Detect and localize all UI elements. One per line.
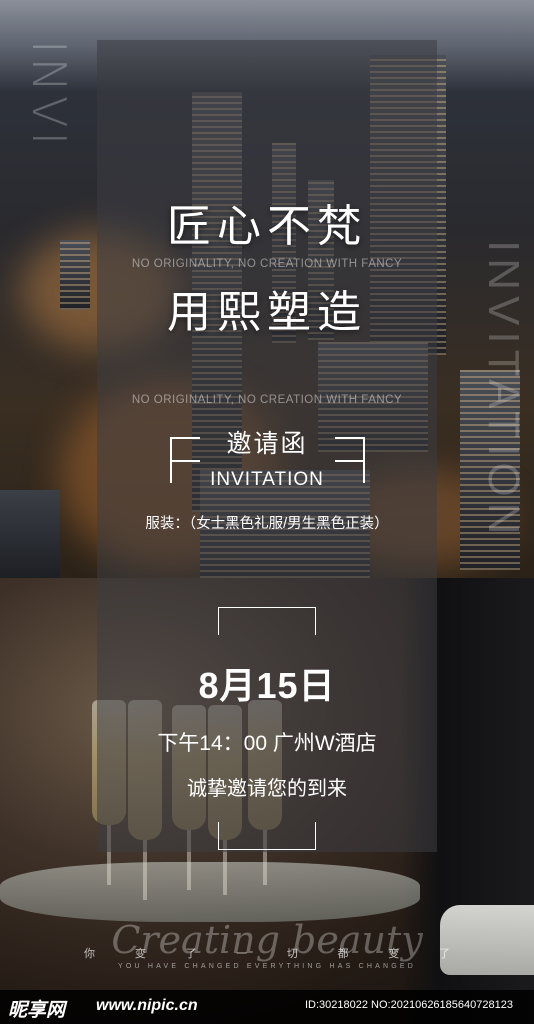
bracket-top bbox=[218, 607, 316, 635]
slogan-char: 切 bbox=[286, 948, 298, 960]
event-date: 8月15日 bbox=[198, 665, 336, 706]
slogan-cn: 你 变 了 一 切 都 变 了 bbox=[0, 945, 534, 961]
frame-line bbox=[335, 460, 365, 462]
headline-subtitle-1: NO ORIGINALITY, NO CREATION WITH FANCY bbox=[131, 258, 403, 270]
watermark-id: ID:30218022 NO:20210626185640728123 bbox=[305, 999, 513, 1011]
slogan-char: 一 bbox=[236, 948, 248, 960]
slogan-char: 了 bbox=[185, 948, 197, 960]
invitation-title-cn: 邀请函 bbox=[226, 429, 308, 458]
side-decor-text-left: INVI bbox=[22, 40, 76, 150]
slogan-char: 变 bbox=[388, 948, 400, 960]
welcome-text: 诚挚邀请您的到来 bbox=[187, 778, 347, 800]
bracket-bottom bbox=[218, 822, 316, 850]
invitation-title-en: INVITATION bbox=[210, 469, 324, 490]
event-time-place: 下午14：00 广州W酒店 bbox=[157, 732, 377, 755]
watermark-logo: 昵享网 bbox=[8, 1000, 66, 1021]
headline-subtitle-2: NO ORIGINALITY, NO CREATION WITH FANCY bbox=[131, 394, 403, 406]
slogan-char: 都 bbox=[337, 948, 349, 960]
serving-tray bbox=[0, 862, 420, 922]
slogan-char: 了 bbox=[438, 948, 450, 960]
watermark-url: www.nipic.cn bbox=[96, 997, 198, 1014]
headline-line-1: 匠心不梵 bbox=[167, 201, 367, 252]
slogan-en: YOU HAVE CHANGED EVERYTHING HAS CHANGED bbox=[117, 963, 417, 970]
dress-code: 服装：（女士黑色礼服/男生黑色正装） bbox=[145, 516, 389, 532]
frame-line bbox=[170, 460, 200, 462]
headline-line-2: 用熙塑造 bbox=[167, 287, 367, 338]
slogan-char: 变 bbox=[134, 948, 146, 960]
slogan-char: 你 bbox=[84, 948, 95, 960]
